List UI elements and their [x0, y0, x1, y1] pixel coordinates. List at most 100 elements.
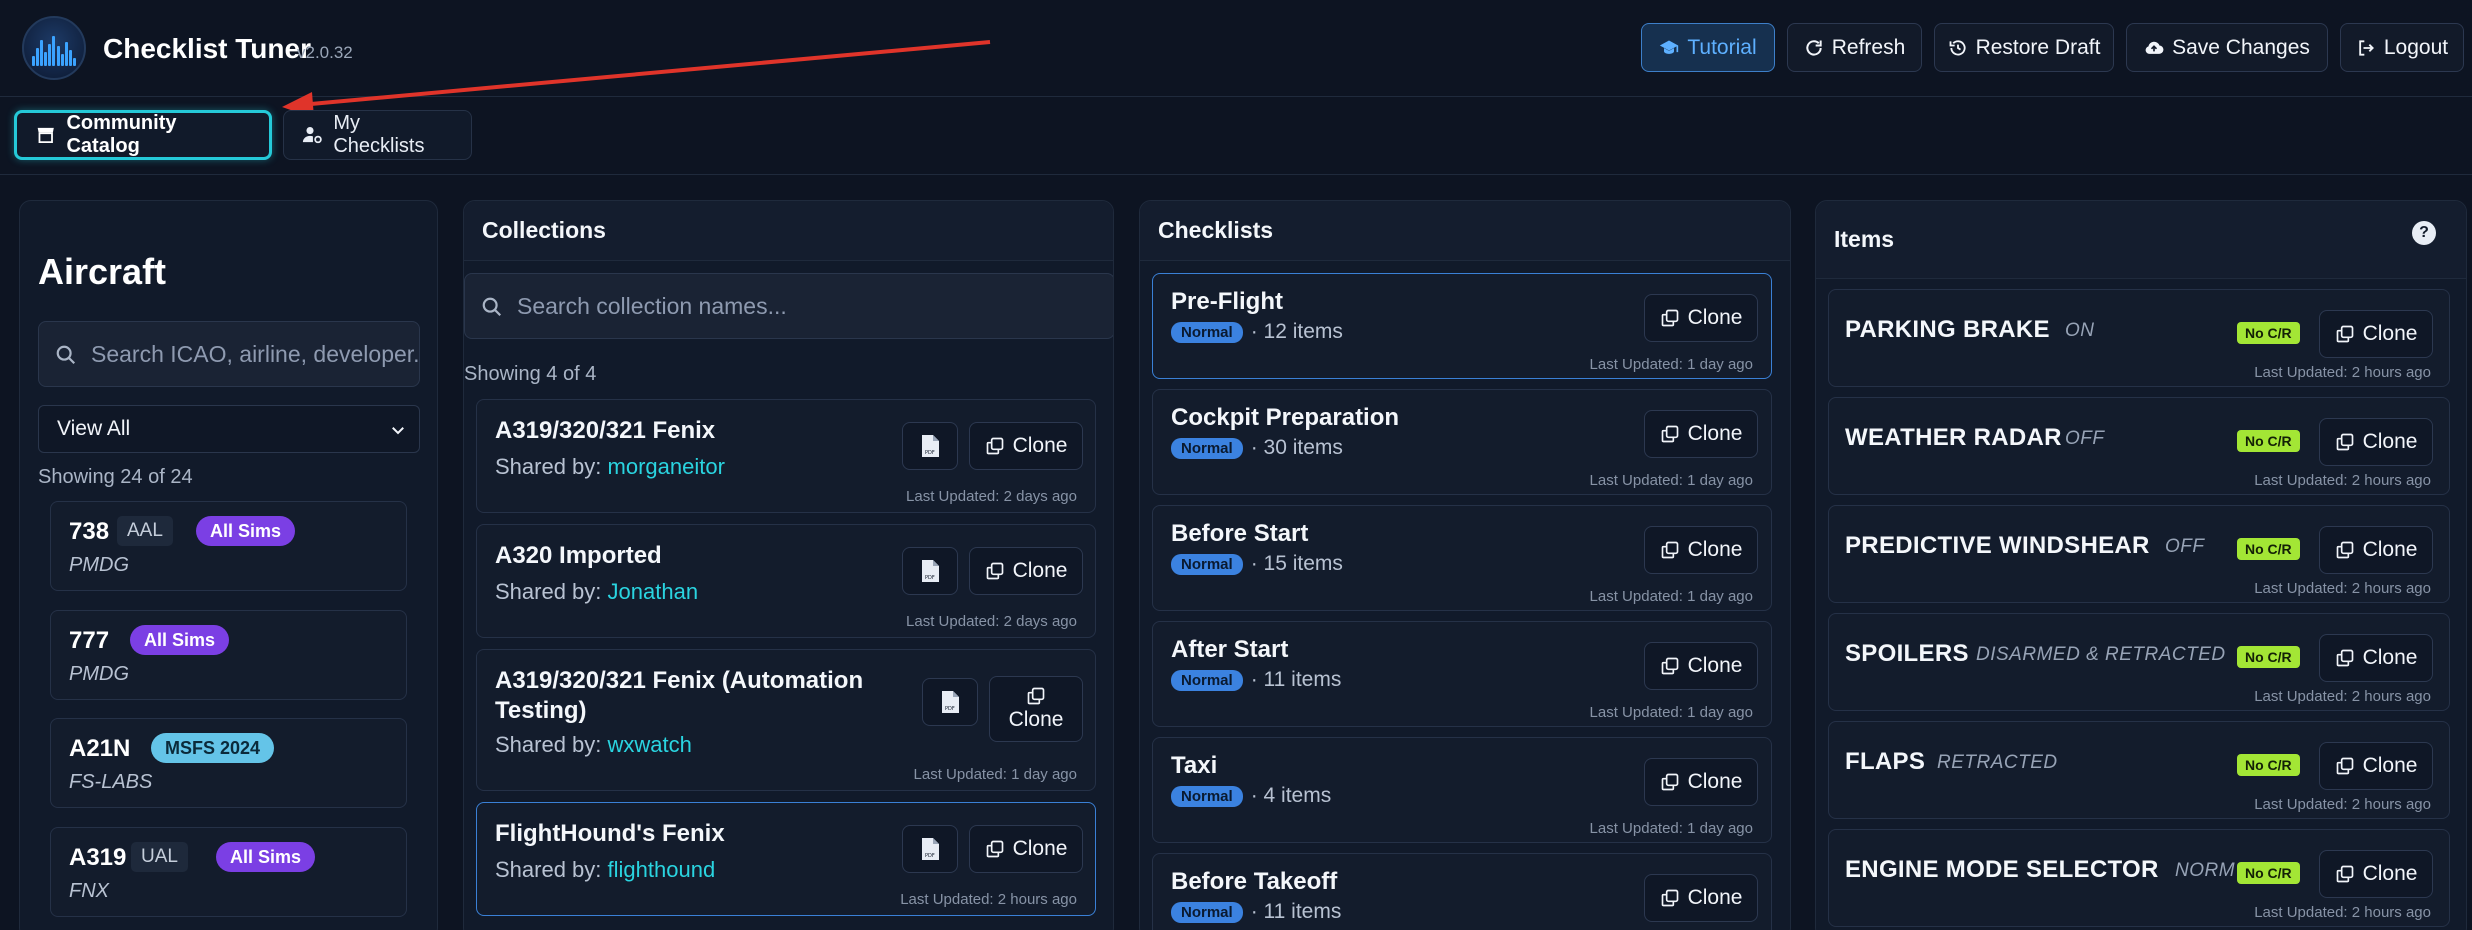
collection-name: A319/320/321 Fenix [495, 417, 716, 444]
clone-button[interactable]: Clone [989, 676, 1083, 742]
collection-search-input[interactable]: Search collection names... [464, 273, 1113, 339]
aircraft-panel: Aircraft Search ICAO, airline, developer… [19, 200, 438, 930]
aircraft-card[interactable]: 738 AAL All Sims PMDG [50, 501, 407, 591]
collection-count: Showing 4 of 4 [464, 363, 597, 385]
last-updated: Last Updated: 2 days ago [906, 488, 1077, 505]
checklist-card[interactable]: Taxi Normal · 4 items Clone Last Updated:… [1152, 737, 1772, 843]
copy-icon [1661, 773, 1678, 791]
checklist-item-count: · 12 items [1250, 320, 1343, 343]
aircraft-card[interactable]: A21N MSFS 2024 FS-LABS [50, 718, 407, 808]
copy-icon [1027, 687, 1045, 705]
clone-button[interactable]: Clone [1644, 526, 1758, 574]
clone-button[interactable]: Clone [2319, 310, 2433, 358]
checklist-type-badge: Normal [1171, 321, 1243, 343]
refresh-button[interactable]: Refresh [1787, 23, 1922, 72]
collection-author: Jonathan [607, 579, 699, 604]
app-header: Checklist Tuner v2.0.32 Tutorial Refresh… [0, 0, 2472, 97]
tab-community-catalog[interactable]: Community Catalog [14, 110, 272, 160]
copy-icon [986, 437, 1003, 455]
item-card[interactable]: SPOILERS DISARMED & RETRACTED No C/R Clo… [1828, 613, 2450, 711]
copy-icon [1661, 541, 1678, 559]
clone-label: Clone [1687, 886, 1743, 909]
clone-label: Clone [1008, 708, 1064, 731]
tutorial-button[interactable]: Tutorial [1641, 23, 1775, 72]
aircraft-filter-select[interactable]: View All [38, 405, 420, 453]
clone-button[interactable]: Clone [2319, 742, 2433, 790]
copy-icon [1661, 309, 1678, 327]
clone-button[interactable]: Clone [1644, 874, 1758, 922]
refresh-icon [1806, 39, 1822, 56]
item-value: OFF [2065, 428, 2105, 449]
logout-button[interactable]: Logout [2340, 23, 2464, 72]
item-value: NORM [2175, 860, 2236, 881]
last-updated: Last Updated: 1 day ago [913, 766, 1077, 783]
clone-button[interactable]: Clone [969, 547, 1083, 595]
collection-card[interactable]: A320 Imported Shared by: Jonathan PDF Cl… [476, 524, 1096, 638]
item-card[interactable]: WEATHER RADAR OFF No C/R Clone Last Upda… [1828, 397, 2450, 495]
collection-author: morganeitor [607, 454, 725, 479]
app-title: Checklist Tuner [103, 33, 311, 64]
restore-draft-button[interactable]: Restore Draft [1934, 23, 2114, 72]
clone-button[interactable]: Clone [969, 422, 1083, 470]
clone-button[interactable]: Clone [2319, 418, 2433, 466]
aircraft-card[interactable]: 777 All Sims PMDG [50, 610, 407, 700]
clone-button[interactable]: Clone [2319, 634, 2433, 682]
aircraft-code: A319 [69, 844, 127, 871]
sim-badge: All Sims [196, 516, 296, 546]
aircraft-search-input[interactable]: Search ICAO, airline, developer... [38, 321, 420, 387]
copy-icon [986, 562, 1003, 580]
aircraft-developer: PMDG [69, 663, 129, 685]
item-name: FLAPS [1845, 748, 1926, 775]
item-card[interactable]: PARKING BRAKE ON No C/R Clone Last Updat… [1828, 289, 2450, 387]
checklist-item-count: · 11 items [1250, 668, 1342, 691]
clone-button[interactable]: Clone [1644, 758, 1758, 806]
pdf-export-button[interactable]: PDF [902, 547, 958, 595]
checklist-type-badge: Normal [1171, 901, 1243, 923]
item-card[interactable]: PREDICTIVE WINDSHEAR OFF No C/R Clone La… [1828, 505, 2450, 603]
aircraft-title: Aircraft [38, 251, 167, 292]
checklist-type-badge: Normal [1171, 553, 1243, 575]
help-icon[interactable]: ? [2412, 221, 2436, 245]
clone-button[interactable]: Clone [1644, 410, 1758, 458]
clone-button[interactable]: Clone [2319, 850, 2433, 898]
checklist-card-selected[interactable]: Pre-Flight Normal · 12 items Clone Last U… [1152, 273, 1772, 379]
last-updated: Last Updated: 1 day ago [1589, 356, 1753, 373]
clone-button[interactable]: Clone [969, 825, 1083, 873]
item-name: PARKING BRAKE [1845, 316, 2050, 343]
pdf-export-button[interactable]: PDF [902, 422, 958, 470]
pdf-export-button[interactable]: PDF [902, 825, 958, 873]
no-cr-badge: No C/R [2237, 862, 2300, 884]
collection-shared-by: Shared by: flighthound [495, 857, 716, 882]
item-value: ON [2065, 320, 2095, 341]
collection-card[interactable]: A319/320/321 Fenix (Automation Testing) … [476, 649, 1096, 791]
checklist-card[interactable]: After Start Normal · 11 items Clone Last … [1152, 621, 1772, 727]
item-card[interactable]: FLAPS RETRACTED No C/R Clone Last Update… [1828, 721, 2450, 819]
checklist-type-badge: Normal [1171, 437, 1243, 459]
tab-my-checklists[interactable]: My Checklists [283, 110, 472, 160]
clone-button[interactable]: Clone [1644, 294, 1758, 342]
item-value: RETRACTED [1937, 752, 2058, 773]
aircraft-card[interactable]: A319 UAL All Sims FNX [50, 827, 407, 917]
clone-label: Clone [1012, 434, 1068, 457]
pdf-export-button[interactable]: PDF [922, 678, 978, 726]
store-icon [37, 127, 54, 144]
checklist-meta: Normal · 15 items [1171, 552, 1343, 576]
sim-badge: All Sims [130, 625, 230, 655]
checklist-item-count: · 15 items [1250, 552, 1343, 575]
last-updated: Last Updated: 2 days ago [906, 613, 1077, 630]
search-icon [56, 345, 76, 365]
aircraft-code: A21N [69, 735, 131, 762]
clone-button[interactable]: Clone [2319, 526, 2433, 574]
collection-card-selected[interactable]: FlightHound's Fenix Shared by: flighthou… [476, 802, 1096, 916]
save-changes-button[interactable]: Save Changes [2126, 23, 2328, 72]
clone-label: Clone [2362, 754, 2418, 777]
save-changes-label: Save Changes [2172, 35, 2310, 59]
collection-name: A319/320/321 Fenix (Automation Testing) [495, 667, 864, 724]
checklist-card[interactable]: Cockpit Preparation Normal · 30 items Clo… [1152, 389, 1772, 495]
checklist-card[interactable]: Before Takeoff Normal · 11 items Clone [1152, 853, 1772, 930]
collection-card[interactable]: A319/320/321 Fenix Shared by: morganeito… [476, 399, 1096, 513]
item-card[interactable]: ENGINE MODE SELECTOR NORM No C/R Clone L… [1828, 829, 2450, 927]
checklist-card[interactable]: Before Start Normal · 15 items Clone Last… [1152, 505, 1772, 611]
items-title: Items [1816, 201, 2466, 279]
clone-button[interactable]: Clone [1644, 642, 1758, 690]
